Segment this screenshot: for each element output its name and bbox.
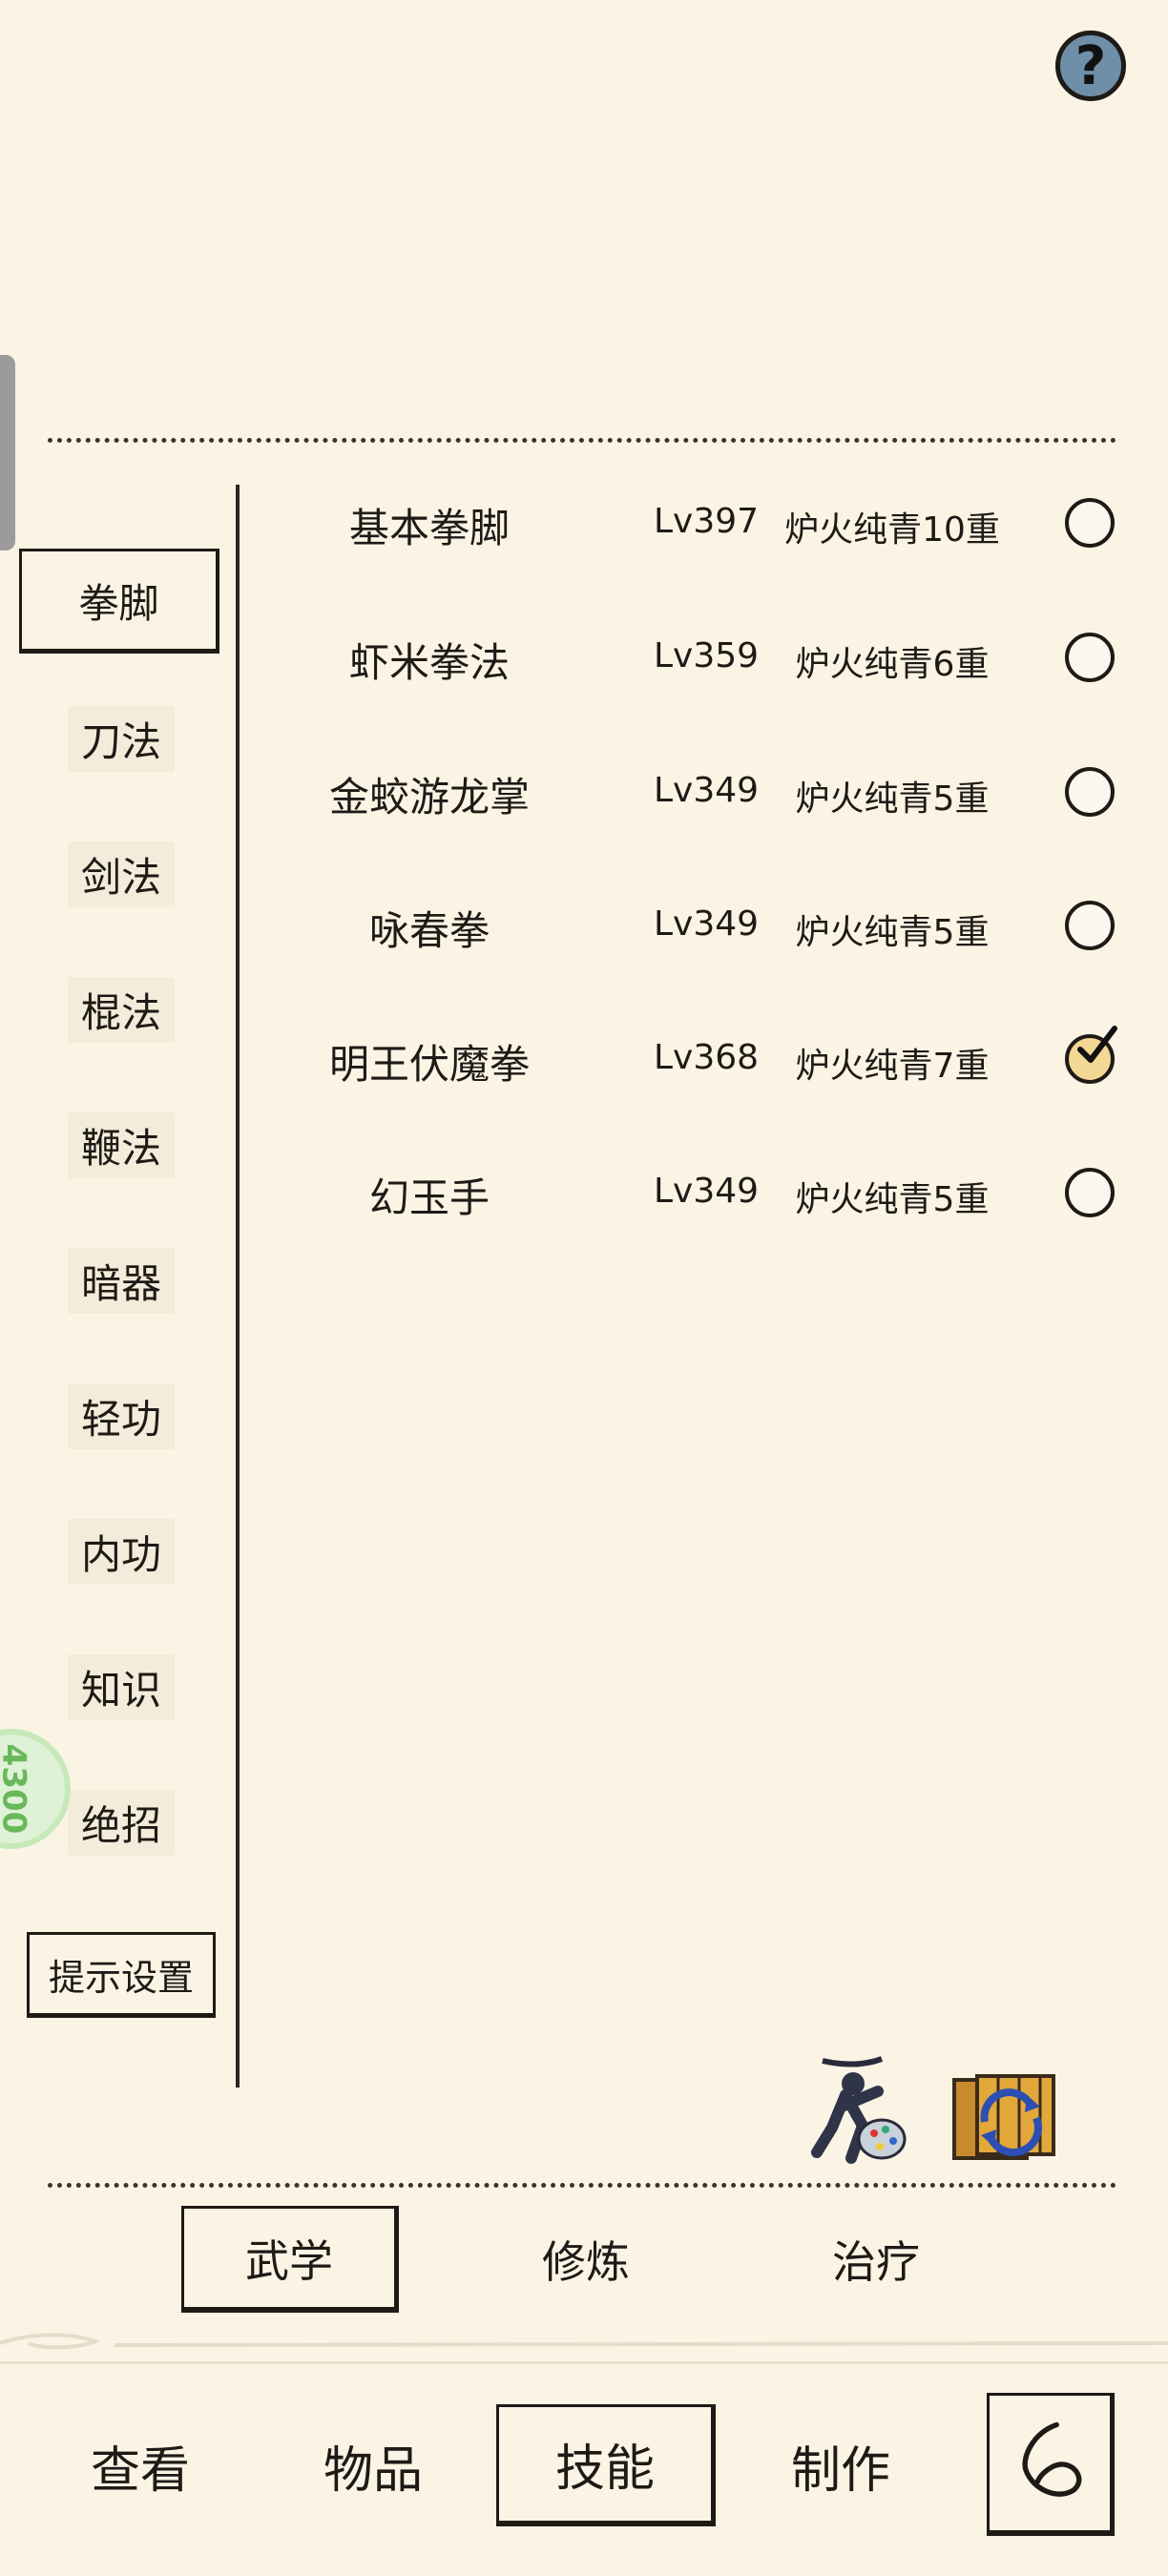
- skill-rank: 炉火纯青5重: [795, 779, 990, 819]
- nav-wupin[interactable]: 物品: [263, 2404, 483, 2526]
- back-button[interactable]: [987, 2393, 1115, 2536]
- subtab-wuxue[interactable]: 武学: [181, 2206, 399, 2313]
- skill-level: Lv359: [653, 636, 760, 675]
- skill-level: Lv349: [653, 1172, 760, 1211]
- skill-name: 基本拳脚: [348, 505, 510, 551]
- category-label: 知识: [67, 1653, 175, 1720]
- category-divider: [236, 485, 240, 2088]
- check-icon: [1077, 1026, 1117, 1063]
- skill-rank: 炉火纯青10重: [784, 510, 1000, 550]
- skill-name: 幻玉手: [368, 1174, 490, 1221]
- category-label: 棍法: [67, 976, 175, 1043]
- bottom-divider: [48, 2183, 1116, 2188]
- category-gunfa[interactable]: 棍法: [21, 958, 221, 1061]
- skill-name: 咏春拳: [368, 907, 490, 954]
- nav-label: 物品: [323, 2441, 423, 2500]
- skill-rank: 炉火纯青6重: [795, 645, 990, 684]
- skill-name: 明王伏魔拳: [328, 1041, 530, 1088]
- fighter-palette-icon[interactable]: [803, 2051, 908, 2168]
- category-daofa[interactable]: 刀法: [21, 687, 221, 790]
- skill-level: Lv397: [653, 502, 760, 541]
- skill-rank: 炉火纯青5重: [795, 1180, 990, 1219]
- subtab-zhiliao[interactable]: 治疗: [767, 2206, 985, 2313]
- category-neigong[interactable]: 内功: [21, 1500, 221, 1603]
- hint-settings-label: 提示设置: [48, 1956, 194, 1999]
- nav-jineng[interactable]: 技能: [496, 2404, 716, 2526]
- skill-row[interactable]: 基本拳脚 Lv397 炉火纯青10重: [286, 466, 1126, 599]
- decorative-swirl: [0, 2333, 1168, 2350]
- book-swap-icon[interactable]: [949, 2070, 1061, 2166]
- question-icon: ?: [1074, 34, 1107, 97]
- help-button[interactable]: ?: [1055, 31, 1126, 101]
- top-divider: [48, 438, 1116, 443]
- nav-label: 查看: [90, 2441, 190, 2500]
- back-swirl-icon: [1022, 2421, 1082, 2497]
- category-zhishi[interactable]: 知识: [21, 1635, 221, 1738]
- skill-row[interactable]: 咏春拳 Lv349 炉火纯青5重: [286, 868, 1126, 1002]
- skill-name: 虾米拳法: [348, 639, 510, 686]
- category-label: 剑法: [67, 841, 175, 907]
- nav-zhizuo[interactable]: 制作: [731, 2404, 950, 2526]
- subtab-label: 治疗: [832, 2236, 920, 2288]
- skill-rank: 炉火纯青5重: [795, 913, 990, 952]
- skill-row[interactable]: 明王伏魔拳 Lv368 炉火纯青7重: [286, 1002, 1126, 1135]
- nav-label: 制作: [790, 2441, 890, 2500]
- skill-toggle[interactable]: [1065, 1026, 1117, 1084]
- category-anqi[interactable]: 暗器: [21, 1229, 221, 1332]
- category-bianfa[interactable]: 鞭法: [21, 1093, 221, 1196]
- category-label: 绝招: [67, 1789, 175, 1856]
- category-label: 拳脚: [78, 579, 159, 627]
- nav-chakan[interactable]: 查看: [31, 2404, 250, 2526]
- hint-settings-button[interactable]: 提示设置: [27, 1932, 216, 2018]
- skill-row[interactable]: 金蛟游龙掌 Lv349 炉火纯青5重: [286, 735, 1126, 868]
- category-label: 暗器: [67, 1247, 175, 1314]
- subtab-label: 武学: [245, 2234, 333, 2287]
- bottom-bar-border: [0, 2361, 1168, 2364]
- skill-row[interactable]: 虾米拳法 Lv359 炉火纯青6重: [286, 600, 1126, 734]
- scroll-handle[interactable]: [0, 355, 15, 551]
- skill-rank: 炉火纯青7重: [795, 1047, 990, 1086]
- skill-toggle[interactable]: [1065, 767, 1115, 817]
- skill-level: Lv368: [653, 1038, 760, 1077]
- subtab-label: 修炼: [542, 2236, 630, 2288]
- skill-row[interactable]: 幻玉手 Lv349 炉火纯青5重: [286, 1135, 1126, 1269]
- category-label: 轻功: [67, 1382, 175, 1449]
- skill-level: Lv349: [653, 771, 760, 810]
- skill-toggle[interactable]: [1065, 498, 1115, 548]
- subtab-xiulian[interactable]: 修炼: [477, 2206, 695, 2313]
- skill-level: Lv349: [653, 904, 760, 944]
- category-qinggong[interactable]: 轻功: [21, 1364, 221, 1467]
- category-label: 内功: [67, 1518, 175, 1585]
- category-jianfa[interactable]: 剑法: [21, 822, 221, 925]
- skill-toggle[interactable]: [1065, 901, 1115, 950]
- skill-toggle[interactable]: [1065, 1168, 1115, 1217]
- nav-label: 技能: [554, 2441, 655, 2498]
- skill-name: 金蛟游龙掌: [328, 774, 530, 821]
- floating-badge-text: 4300: [0, 1743, 33, 1835]
- skill-toggle[interactable]: [1065, 633, 1115, 682]
- category-quanjiao[interactable]: 拳脚: [19, 549, 219, 654]
- category-label: 鞭法: [67, 1111, 175, 1178]
- category-label: 刀法: [67, 705, 175, 772]
